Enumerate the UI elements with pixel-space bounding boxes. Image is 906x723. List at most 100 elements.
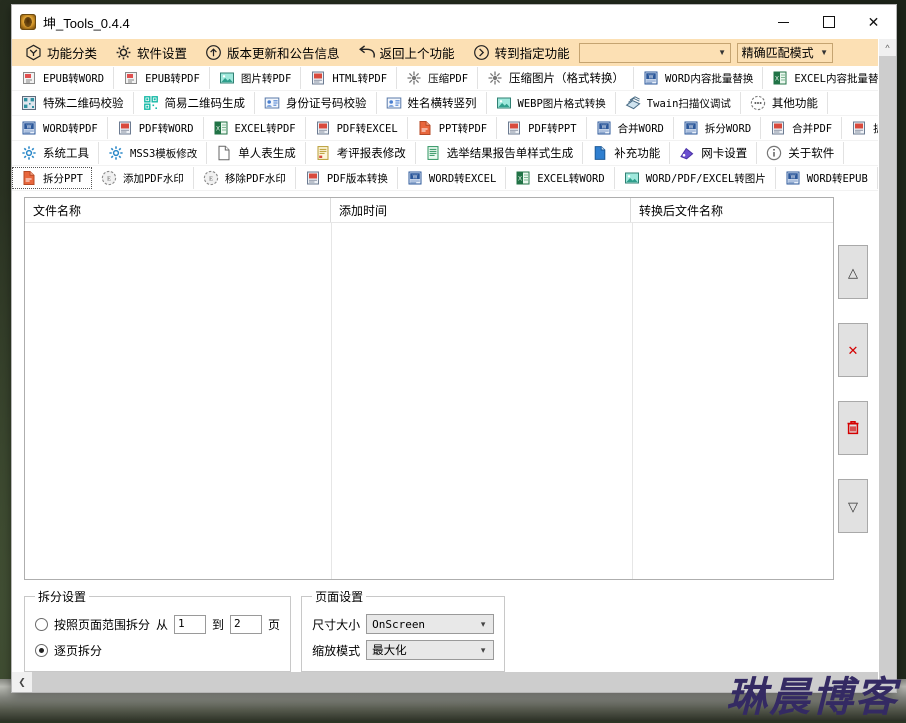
window-body: 功能分类 软件设置 版本更新和公告信息 返回上个功能 转到指定功能 ▼ 精确匹配… [12, 39, 896, 692]
svg-text:X: X [216, 126, 220, 132]
tool-button-压缩PDF[interactable]: 压缩PDF [397, 67, 479, 89]
toolbar-row-5: 拆分PPT E 添加PDF水印 E 移除PDF水印 PDF版本转换 W WORD转EXCEL X… [12, 166, 878, 191]
to-page-input[interactable]: 2 [230, 614, 263, 634]
clear-all-button[interactable] [838, 401, 868, 455]
tool-button-label: 图片转PDF [240, 72, 292, 85]
match-mode-select[interactable]: 精确匹配模式 ▼ [736, 42, 833, 63]
tool-button-WORD转EXCEL[interactable]: W WORD转EXCEL [398, 167, 507, 189]
tool-button-MSS3模板修改[interactable]: MSS3模板修改 [99, 142, 208, 164]
column-header-addtime[interactable]: 添加时间 [331, 198, 631, 222]
tool-button-合并WORD[interactable]: W 合并WORD [587, 117, 674, 139]
tool-button-WORD转EPUB[interactable]: W WORD转EPUB [776, 167, 878, 189]
tool-button-拆分WORD[interactable]: W 拆分WORD [674, 117, 762, 139]
tool-button-姓名横转竖列[interactable]: 姓名横转竖列 [377, 92, 487, 114]
tool-button-拆分PDF[interactable]: 拆分PDF [842, 117, 878, 139]
tool-button-压缩图片（格式转换）[interactable]: 压缩图片（格式转换） [478, 67, 635, 89]
file-list-view[interactable]: 文件名称 添加时间 转换后文件名称 [24, 197, 834, 580]
tool-button-label: 合并WORD [617, 122, 664, 135]
tool-button-简易二维码生成[interactable]: 简易二维码生成 [134, 92, 255, 114]
vertical-scrollbar[interactable]: ^ [878, 39, 896, 692]
menu-item-update-info[interactable]: 版本更新和公告信息 [196, 40, 349, 65]
tool-button-单人表生成[interactable]: 单人表生成 [207, 142, 306, 164]
tool-button-WORD内容批量替换[interactable]: W WORD内容批量替换 [634, 67, 764, 89]
menu-item-settings[interactable]: 软件设置 [106, 40, 196, 65]
menu-item-back[interactable]: 返回上个功能 [349, 40, 464, 65]
chevron-down-icon[interactable]: ▾ [473, 645, 493, 656]
scroll-up-button[interactable]: ^ [879, 39, 896, 56]
function-search-input[interactable]: ▼ [578, 42, 731, 63]
column-header-outputname[interactable]: 转换后文件名称 [631, 198, 833, 222]
tool-button-拆分PPT[interactable]: 拆分PPT [12, 167, 92, 189]
size-select[interactable]: OnScreen ▾ [366, 614, 495, 634]
zoom-select[interactable]: 最大化 ▾ [366, 640, 495, 660]
split-per-page-label[interactable]: 逐页拆分 [54, 642, 102, 659]
tool-button-PDF转WORD[interactable]: PDF转WORD [108, 117, 204, 139]
menu-item-category[interactable]: 功能分类 [16, 40, 106, 65]
tool-button-label: 单人表生成 [238, 148, 296, 160]
tool-button-Twain扫描仪调试[interactable]: Twain扫描仪调试 [616, 92, 741, 114]
tool-button-WORD/PDF/EXCEL转图片[interactable]: WORD/PDF/EXCEL转图片 [615, 167, 776, 189]
remove-button[interactable]: ✕ [838, 323, 868, 377]
tool-button-EXCEL内容批量替换[interactable]: X EXCEL内容批量替换 [763, 67, 878, 89]
tool-button-移除PDF水印[interactable]: E 移除PDF水印 [194, 167, 296, 189]
horizontal-scrollbar[interactable]: ❮ [12, 672, 878, 692]
tool-button-PPT转PDF[interactable]: PPT转PDF [408, 117, 498, 139]
tool-button-考评报表修改[interactable]: 考评报表修改 [306, 142, 416, 164]
close-button[interactable]: ✕ [851, 5, 896, 39]
tool-button-补充功能[interactable]: 补充功能 [583, 142, 671, 164]
tool-button-图片转PDF[interactable]: 图片转PDF [210, 67, 302, 89]
excel-file-icon: X [515, 170, 531, 186]
maximize-button[interactable] [806, 5, 851, 39]
qrcode-grid-icon [143, 95, 159, 111]
chevron-down-icon[interactable]: ▼ [817, 44, 832, 62]
tool-button-WEBP图片格式转换[interactable]: WEBP图片格式转换 [487, 92, 616, 114]
horizontal-scroll-track[interactable] [32, 672, 878, 692]
svg-text:W: W [688, 124, 693, 130]
arrow-right-circle-icon [473, 44, 490, 61]
tool-button-label: 压缩PDF [428, 72, 469, 85]
tool-button-合并PDF[interactable]: 合并PDF [761, 117, 843, 139]
chevron-down-icon[interactable]: ▾ [473, 619, 493, 630]
window-controls: ✕ [761, 5, 896, 39]
vertical-scroll-track[interactable] [879, 56, 896, 692]
dots-circle-icon [750, 95, 766, 111]
tool-button-EPUB转PDF[interactable]: EPUB转PDF [114, 67, 210, 89]
tool-button-特殊二维码校验[interactable]: 特殊二维码校验 [12, 92, 134, 114]
word-file-icon: W [21, 120, 37, 136]
gear-blue-icon [108, 145, 124, 161]
page-settings-group: 页面设置 尺寸大小 OnScreen ▾ 缩放模式 最大化 ▾ [301, 588, 506, 672]
tool-button-PDF转EXCEL[interactable]: PDF转EXCEL [306, 117, 408, 139]
tool-button-EPUB转WORD[interactable]: EPUB转WORD [12, 67, 115, 89]
tool-button-添加PDF水印[interactable]: E 添加PDF水印 [92, 167, 194, 189]
tool-button-网卡设置[interactable]: 网卡设置 [670, 142, 758, 164]
tool-button-关于软件[interactable]: 关于软件 [757, 142, 845, 164]
title-bar: 坤_Tools_0.4.4 ✕ [12, 5, 896, 39]
tool-button-选举结果报告单样式生成[interactable]: 选举结果报告单样式生成 [416, 142, 584, 164]
scroll-left-button[interactable]: ❮ [12, 672, 32, 692]
chevron-down-icon[interactable]: ▼ [715, 44, 730, 62]
tool-button-EXCEL转WORD[interactable]: X EXCEL转WORD [506, 167, 615, 189]
application-window: 坤_Tools_0.4.4 ✕ 功能分类 软件设置 版本更新和公告信息 返回上个… [12, 5, 896, 692]
tool-button-EXCEL转PDF[interactable]: X EXCEL转PDF [204, 117, 306, 139]
split-by-range-radio[interactable] [35, 617, 48, 631]
tool-button-label: HTML转PDF [332, 72, 388, 85]
tool-button-PDF版本转换[interactable]: PDF版本转换 [296, 167, 398, 189]
tool-button-label: WORD/PDF/EXCEL转图片 [645, 172, 766, 185]
menu-item-goto-function[interactable]: 转到指定功能 [464, 40, 579, 65]
from-page-input[interactable]: 1 [174, 614, 207, 634]
split-per-page-radio[interactable] [35, 643, 48, 657]
move-down-button[interactable]: ▽ [838, 479, 868, 533]
pdf-file-icon [770, 120, 786, 136]
tool-button-HTML转PDF[interactable]: HTML转PDF [301, 67, 398, 89]
split-by-range-label[interactable]: 按照页面范围拆分 [54, 616, 150, 633]
move-up-button[interactable]: △ [838, 245, 868, 299]
tool-button-其他功能[interactable]: 其他功能 [741, 92, 828, 114]
file-list-body[interactable] [25, 223, 833, 579]
minimize-button[interactable] [761, 5, 806, 39]
tool-button-系统工具[interactable]: 系统工具 [12, 142, 99, 164]
tool-button-label: 其他功能 [771, 98, 818, 110]
tool-button-WORD转PDF[interactable]: W WORD转PDF [12, 117, 108, 139]
tool-button-PDF转PPT[interactable]: PDF转PPT [497, 117, 587, 139]
column-header-filename[interactable]: 文件名称 [25, 198, 331, 222]
tool-button-身份证号码校验[interactable]: 身份证号码校验 [255, 92, 377, 114]
